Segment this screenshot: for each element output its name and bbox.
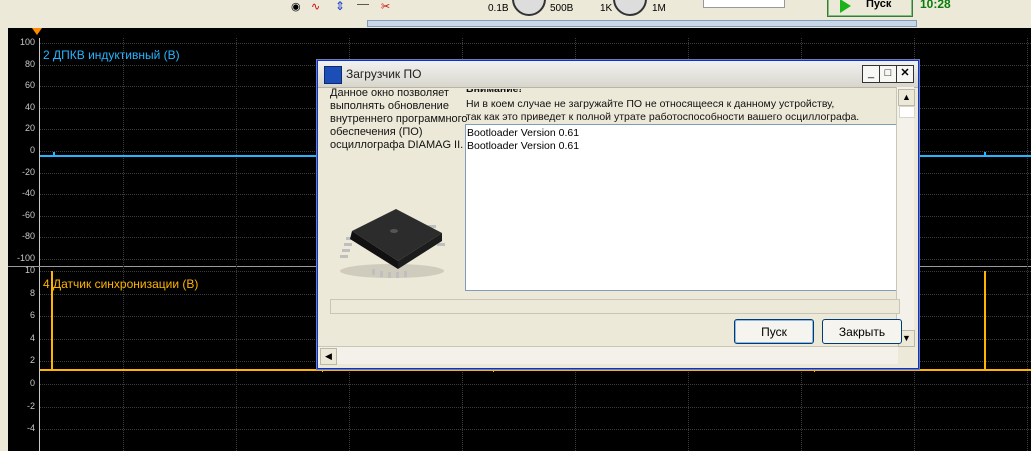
channel-2-pulse <box>51 271 53 371</box>
channel-2-tick-label: 2 <box>29 355 35 366</box>
scroll-thumb[interactable] <box>899 106 915 118</box>
channel-2-tick-label: 6 <box>29 310 35 321</box>
grid-hline <box>40 384 1031 385</box>
channel-1-tick-label: 80 <box>24 58 35 69</box>
bootloader-dialog: Загрузчик ПО _ □ ✕ Данное окно позволяет… <box>317 60 919 369</box>
channel-tools: ◉ ∿ ⇕ ┄┄ ✂ <box>285 0 405 16</box>
channel-2-tick-label: -2 <box>26 400 35 411</box>
channel-1-tick-label: 40 <box>24 101 35 112</box>
grid-vline <box>123 38 124 451</box>
channel-1-tick-label: 0 <box>29 145 35 155</box>
resistance-max-label: 1M <box>652 3 666 14</box>
grid-hline <box>40 429 1031 431</box>
time-scroll-strip <box>0 18 1031 28</box>
progress-bar <box>330 299 900 314</box>
left-axis-line <box>39 38 40 451</box>
voltage-max-label: 500В <box>550 3 574 14</box>
arrows-icon[interactable]: ⇕ <box>335 0 345 13</box>
warning-heading: Внимание! <box>466 89 522 95</box>
app-icon <box>324 66 342 84</box>
log-line: Bootloader Version 0.61 <box>467 140 580 152</box>
channel-2-label: 4 Датчик синхронизации (В) <box>43 277 199 291</box>
channel-1-tick-label: 60 <box>24 80 35 91</box>
channel-2-tick-label: 8 <box>29 287 35 298</box>
toolbar-field[interactable] <box>703 0 785 8</box>
time-display: 10:28 <box>920 0 951 11</box>
scissors-wave-icon[interactable]: ✂ <box>381 0 390 13</box>
grid-vline <box>1027 38 1028 451</box>
trigger-marker-icon[interactable] <box>32 28 42 35</box>
channel-1-trace-blip <box>53 152 55 156</box>
channel-1-tick-label: -20 <box>21 166 35 177</box>
minimize-icon[interactable]: _ <box>862 65 880 83</box>
toolbar: ◉ ∿ ⇕ ┄┄ ✂ 0.1В 500В 1K 1M Пуск 10:28 <box>0 0 1031 19</box>
channel-1-tick-label: 20 <box>24 123 35 134</box>
resistance-knob[interactable] <box>613 0 647 16</box>
grid-hline <box>40 43 1031 44</box>
channel-1-trace-blip <box>984 152 986 156</box>
channel-2-tick-label: 4 <box>29 332 35 343</box>
start-button[interactable]: Пуск <box>827 0 913 17</box>
channel-2-trace <box>40 369 1031 371</box>
grid-hline <box>40 406 1031 408</box>
start-upload-button[interactable]: Пуск <box>734 319 814 344</box>
grid-vline <box>236 38 237 451</box>
channel-1-tick-label: -40 <box>21 188 35 199</box>
dialog-description: Данное окно позволяет выполнять обновлен… <box>330 87 468 151</box>
channel-1-tick-label: 100 <box>19 37 35 47</box>
horizontal-scrollbar[interactable]: ◀ <box>318 346 898 365</box>
close-icon[interactable]: ✕ <box>896 65 914 83</box>
channel-1-label: 2 ДПКВ индуктивный (В) <box>43 48 180 62</box>
dialog-titlebar[interactable]: Загрузчик ПО _ □ ✕ <box>318 61 918 88</box>
eye-icon[interactable]: ◉ <box>291 0 301 13</box>
channel-2-tick-label: -4 <box>26 423 35 434</box>
channel-2-tick-label: 0 <box>29 378 35 388</box>
wave-icon[interactable]: ∿ <box>311 0 320 13</box>
channel-1-tick-label: -60 <box>21 209 35 220</box>
dialog-title: Загрузчик ПО <box>346 67 422 81</box>
play-icon <box>840 0 851 13</box>
warning-line-2: так как это приведет к полной утрате раб… <box>466 111 860 123</box>
time-scroll-bar[interactable] <box>367 20 917 27</box>
start-button-label: Пуск <box>866 0 892 10</box>
log-line: Bootloader Version 0.61 <box>467 127 580 139</box>
scroll-left-icon[interactable]: ◀ <box>320 348 337 365</box>
voltage-knob[interactable] <box>512 0 546 16</box>
resistance-min-label: 1K <box>600 3 613 14</box>
channel-2-pulse <box>984 271 986 371</box>
maximize-icon[interactable]: □ <box>879 65 897 83</box>
voltage-min-label: 0.1В <box>488 3 509 14</box>
channel-1-tick-label: -100 <box>16 253 35 263</box>
chip-image <box>340 209 445 278</box>
channel-2-tick-label: 10 <box>24 265 35 275</box>
log-textbox[interactable]: Bootloader Version 0.61 Bootloader Versi… <box>465 124 897 291</box>
dash-line-icon[interactable]: ┄┄ <box>357 0 369 11</box>
warning-text: Внимание! Ни в коем случае не загружайте… <box>466 89 906 124</box>
warning-line-1: Ни в коем случае не загружайте ПО не отн… <box>466 98 835 110</box>
scroll-up-icon[interactable]: ▲ <box>898 89 915 106</box>
channel-1-tick-label: -80 <box>21 231 35 242</box>
close-button[interactable]: Закрыть <box>822 319 902 344</box>
